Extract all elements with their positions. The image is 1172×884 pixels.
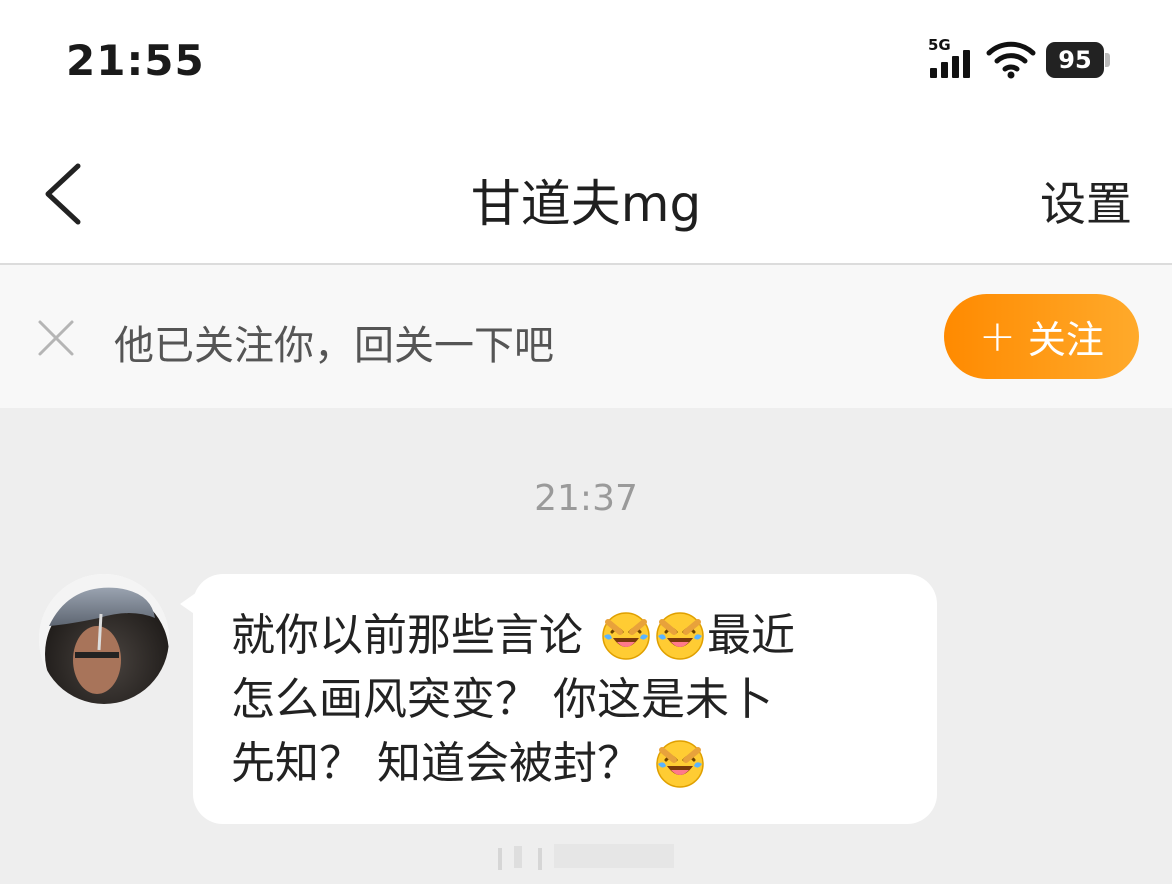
network-type-label: 5G bbox=[928, 36, 951, 54]
page-title: 甘道夫mg bbox=[470, 175, 702, 233]
message-text: 就你以前那些言论 bbox=[231, 610, 583, 661]
message-text: 最近 bbox=[707, 610, 795, 661]
status-bar: 21:55 5G 95 bbox=[0, 0, 1172, 122]
laughing-crying-emoji-icon bbox=[656, 740, 704, 788]
laughing-crying-emoji-icon bbox=[656, 612, 704, 660]
settings-button[interactable]: 设置 bbox=[1040, 168, 1132, 234]
status-time: 21:55 bbox=[66, 36, 205, 85]
battery-icon: 95 bbox=[1046, 41, 1110, 79]
message-line: 先知？ 知道会被封？ bbox=[231, 732, 907, 796]
message-text: 先知？ 知道会被封？ bbox=[231, 738, 641, 789]
status-icons: 5G 95 bbox=[928, 36, 1110, 82]
laughing-crying-emoji-icon bbox=[602, 612, 650, 660]
wifi-icon bbox=[986, 41, 1036, 79]
message-timestamp: 21:37 bbox=[534, 478, 638, 519]
nav-bar: 甘道夫mg 设置 bbox=[0, 122, 1172, 265]
follow-button-label: 关注 bbox=[1027, 318, 1104, 362]
plus-icon: + bbox=[979, 311, 1016, 362]
message-line: 就你以前那些言论 最近 bbox=[231, 604, 907, 668]
cellular-signal-icon: 5G bbox=[928, 36, 976, 82]
avatar[interactable] bbox=[39, 574, 169, 704]
message-text: 怎么画风突变？ 你这是未卜 bbox=[231, 674, 773, 725]
message-line: 怎么画风突变？ 你这是未卜 bbox=[231, 668, 907, 732]
message-bubble[interactable]: 就你以前那些言论 最近 怎么画风突变？ 你这是未卜 先知？ 知道会被封？ bbox=[193, 574, 937, 824]
watermark-lines bbox=[498, 844, 674, 870]
close-icon[interactable] bbox=[36, 318, 76, 358]
follow-button[interactable]: + 关注 bbox=[944, 294, 1139, 379]
follow-back-prompt: 他已关注你，回关一下吧 bbox=[114, 323, 554, 369]
battery-level: 95 bbox=[1046, 42, 1104, 78]
